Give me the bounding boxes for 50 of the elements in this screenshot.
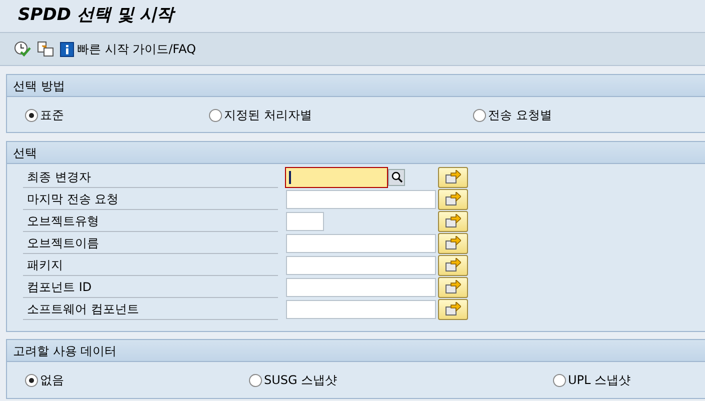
radio-label: 표준 [40,107,64,124]
field-label: 오브젝트유형 [27,212,99,230]
input-field[interactable] [286,278,436,296]
group-title: 선택 [13,144,37,162]
field-label: 마지막 전송 요청 [27,190,119,208]
select-button[interactable] [438,188,468,210]
radio-button[interactable] [249,374,262,386]
arrow-icon [445,302,461,316]
select-button[interactable] [438,166,468,188]
quick-guide-link[interactable]: 빠른 시작 가이드/FAQ [60,40,196,58]
select-button[interactable] [438,254,468,276]
field-label: 컴포넌트 ID [27,278,92,296]
copy-icon[interactable] [37,41,54,57]
search-icon [390,171,402,183]
select-button[interactable] [438,298,468,320]
input-field[interactable] [286,212,324,230]
input-field[interactable] [286,256,436,274]
radio-button[interactable] [209,108,222,122]
field-label: 소프트웨어 컴포넌트 [27,300,139,318]
radio-label: UPL 스냅샷 [568,372,631,389]
window-title: SPDD 선택 및 시작 [18,4,174,28]
field-label: 오브젝트이름 [27,234,99,252]
select-button[interactable] [438,232,468,254]
radio-label: 전송 요청별 [488,107,552,124]
radio-label: 없음 [40,372,64,389]
select-button[interactable] [438,210,468,232]
radio-label: 지정된 처리자별 [224,107,312,124]
radio-label: SUSG 스냅샷 [264,372,338,389]
field-label: 최종 변경자 [27,168,91,186]
input-field[interactable] [286,190,436,208]
group-title: 선택 방법 [13,78,65,94]
radio-button[interactable] [473,108,486,122]
arrow-icon [445,170,461,184]
arrow-icon [445,214,461,228]
arrow-icon [445,258,461,272]
input-field[interactable] [286,168,387,186]
radio-button[interactable] [25,374,38,386]
arrow-icon [445,192,461,206]
search-button[interactable] [388,168,405,186]
clock-check-icon[interactable] [14,41,31,57]
arrow-icon [445,236,461,250]
select-button[interactable] [438,276,468,298]
info-icon [60,42,74,56]
field-label: 패키지 [27,256,63,274]
input-field[interactable] [286,234,436,252]
radio-button[interactable] [553,374,566,386]
arrow-icon [445,280,461,294]
group-title: 고려할 사용 데이터 [13,342,117,360]
radio-button[interactable] [25,108,38,122]
input-field[interactable] [286,300,436,318]
